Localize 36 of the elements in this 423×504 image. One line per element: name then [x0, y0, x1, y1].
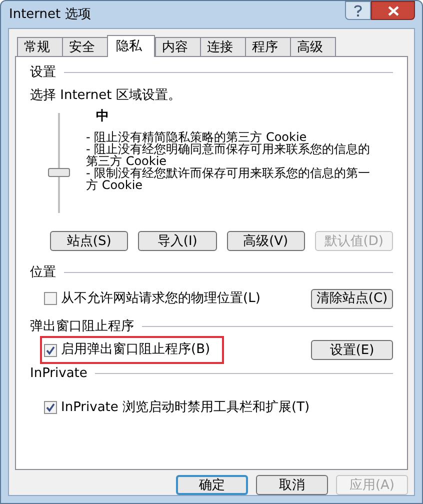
help-icon — [354, 4, 362, 16]
window-title: Internet 选项 — [8, 6, 91, 24]
checkbox[interactable] — [44, 292, 57, 305]
tab[interactable]: 高级 — [290, 37, 336, 56]
tab[interactable]: 安全 — [62, 37, 108, 56]
checkbox[interactable] — [44, 400, 57, 414]
level-name: 中 — [96, 108, 110, 126]
checkbox-label: 从不允许网站请求您的物理位置(L) — [61, 290, 260, 308]
checkbox-label: 启用弹出窗口阻止程序(B) — [61, 341, 210, 360]
privacy-slider[interactable] — [46, 113, 72, 213]
button[interactable]: 高级(V) — [226, 231, 305, 251]
slider-thumb[interactable] — [48, 168, 70, 177]
button[interactable]: 导入(I) — [138, 231, 216, 251]
help-button[interactable] — [345, 1, 371, 20]
tab[interactable]: 连接 — [200, 37, 246, 56]
close-icon — [388, 6, 398, 16]
checkbox-label: InPrivate 浏览启动时禁用工具栏和扩展(T) — [61, 398, 310, 416]
tab[interactable]: 隐私 — [107, 35, 155, 57]
policy-text: - 阻止没有经您明确同意而保存可用来联系您的信息的第三方 Cookie — [86, 142, 372, 166]
tab[interactable]: 常规 — [17, 37, 63, 56]
button[interactable]: 取消 — [256, 475, 328, 495]
policy-text: - 限制没有经您默许而保存可用来联系您的信息的第一方 Cookie — [86, 166, 372, 190]
tab[interactable]: 内容 — [155, 37, 201, 56]
policy-text: - 阻止没有精简隐私策略的第三方 Cookie — [86, 130, 307, 142]
section-heading: InPrivate — [30, 365, 88, 383]
tab[interactable]: 程序 — [245, 37, 291, 56]
prompt-text: 选择 Internet 区域设置。 — [30, 86, 182, 104]
button[interactable]: 清除站点(C) — [311, 288, 393, 308]
checkbox[interactable] — [44, 344, 57, 356]
button[interactable]: 确定 — [176, 475, 248, 495]
close-button[interactable] — [371, 1, 415, 20]
button[interactable]: 设置(E) — [311, 340, 393, 360]
button[interactable]: 站点(S) — [50, 231, 128, 251]
section-heading: 设置 — [30, 64, 56, 82]
section-heading: 弹出窗口阻止程序 — [30, 318, 134, 336]
section-heading: 位置 — [30, 264, 56, 282]
